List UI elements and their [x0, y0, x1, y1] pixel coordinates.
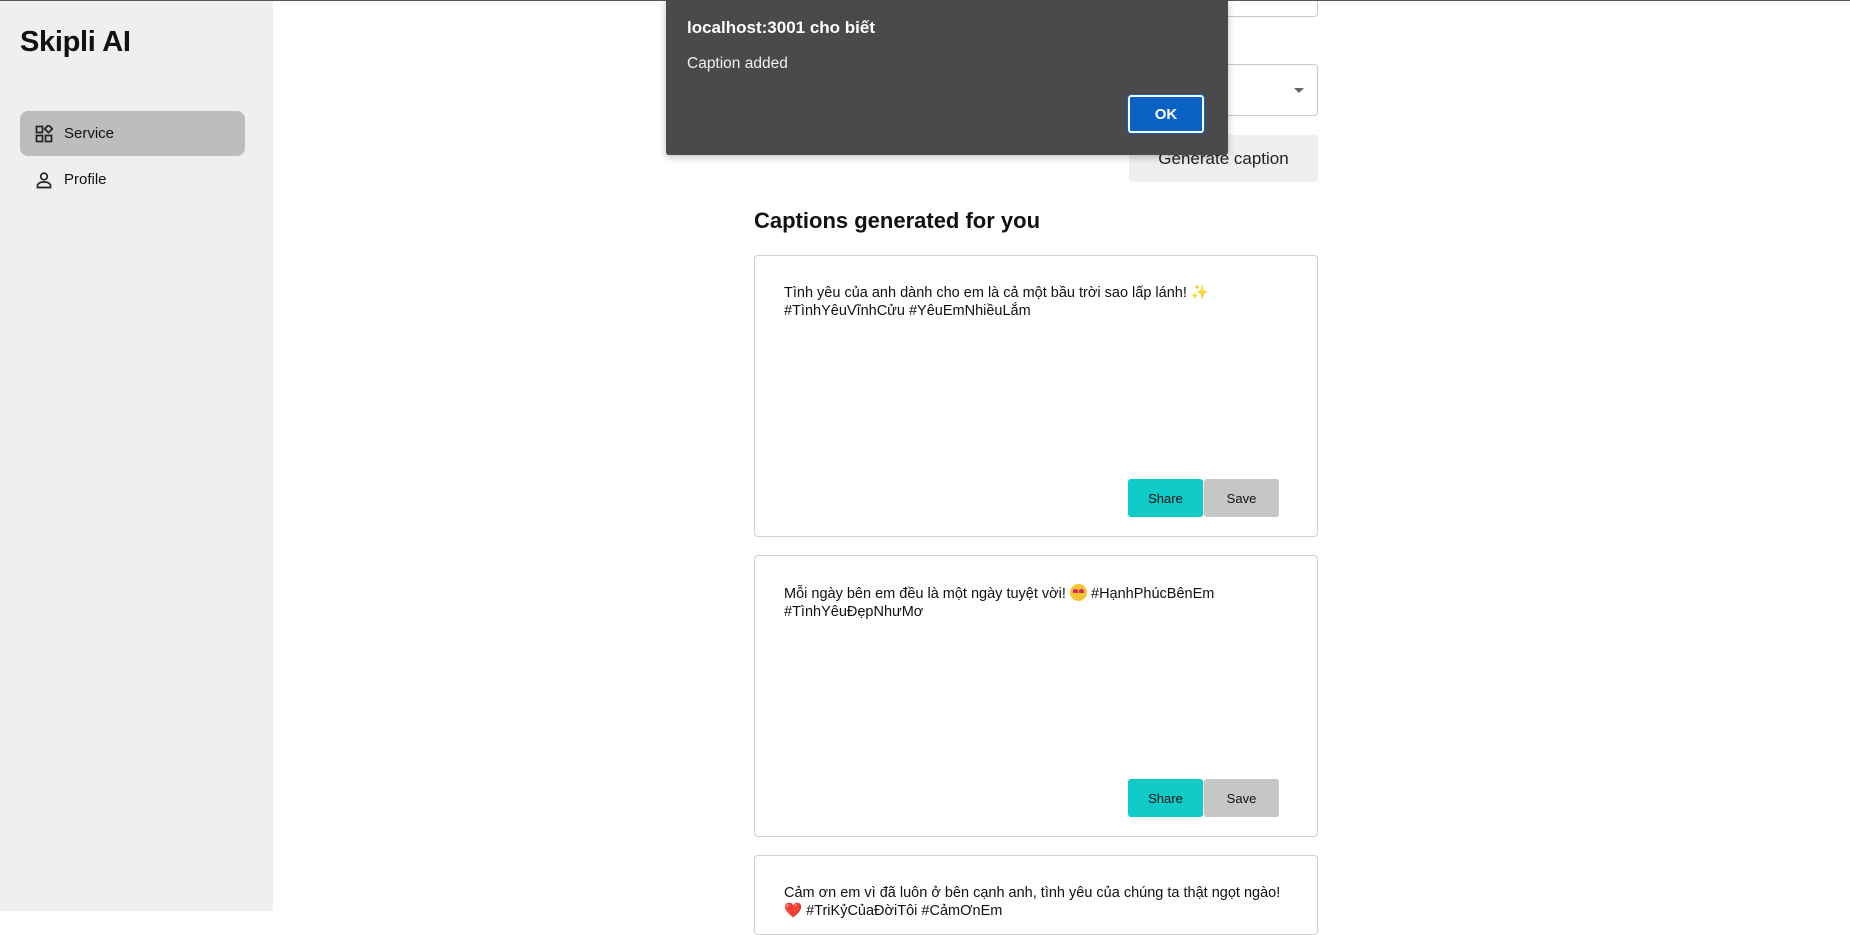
- save-button[interactable]: Save: [1204, 779, 1279, 817]
- alert-message: Caption added: [687, 55, 788, 72]
- caption-card: Cảm ơn em vì đã luôn ở bên cạnh anh, tìn…: [754, 855, 1318, 935]
- caption-text: Mỗi ngày bên em đều là một ngày tuyệt vờ…: [784, 584, 1215, 620]
- chevron-down-icon: [1294, 88, 1304, 93]
- sparkles-icon: ✨: [1190, 285, 1209, 301]
- heart-icon: ❤️: [784, 903, 803, 919]
- alert-dialog: localhost:3001 cho biết Caption added OK: [666, 0, 1228, 155]
- share-button[interactable]: Share: [1128, 779, 1203, 817]
- ok-button[interactable]: OK: [1127, 94, 1205, 134]
- smiling-face-hearts-icon: [1069, 584, 1087, 601]
- section-title: Captions generated for you: [754, 208, 1041, 233]
- save-button[interactable]: Save: [1204, 479, 1279, 517]
- caption-card: Tình yêu của anh dành cho em là cả một b…: [754, 255, 1318, 537]
- caption-text: Tình yêu của anh dành cho em là cả một b…: [784, 285, 1209, 319]
- share-button[interactable]: Share: [1128, 479, 1203, 517]
- alert-origin: localhost:3001 cho biết: [687, 18, 875, 37]
- caption-text: Cảm ơn em vì đã luôn ở bên cạnh anh, tìn…: [784, 885, 1281, 919]
- caption-card: Mỗi ngày bên em đều là một ngày tuyệt vờ…: [754, 555, 1318, 837]
